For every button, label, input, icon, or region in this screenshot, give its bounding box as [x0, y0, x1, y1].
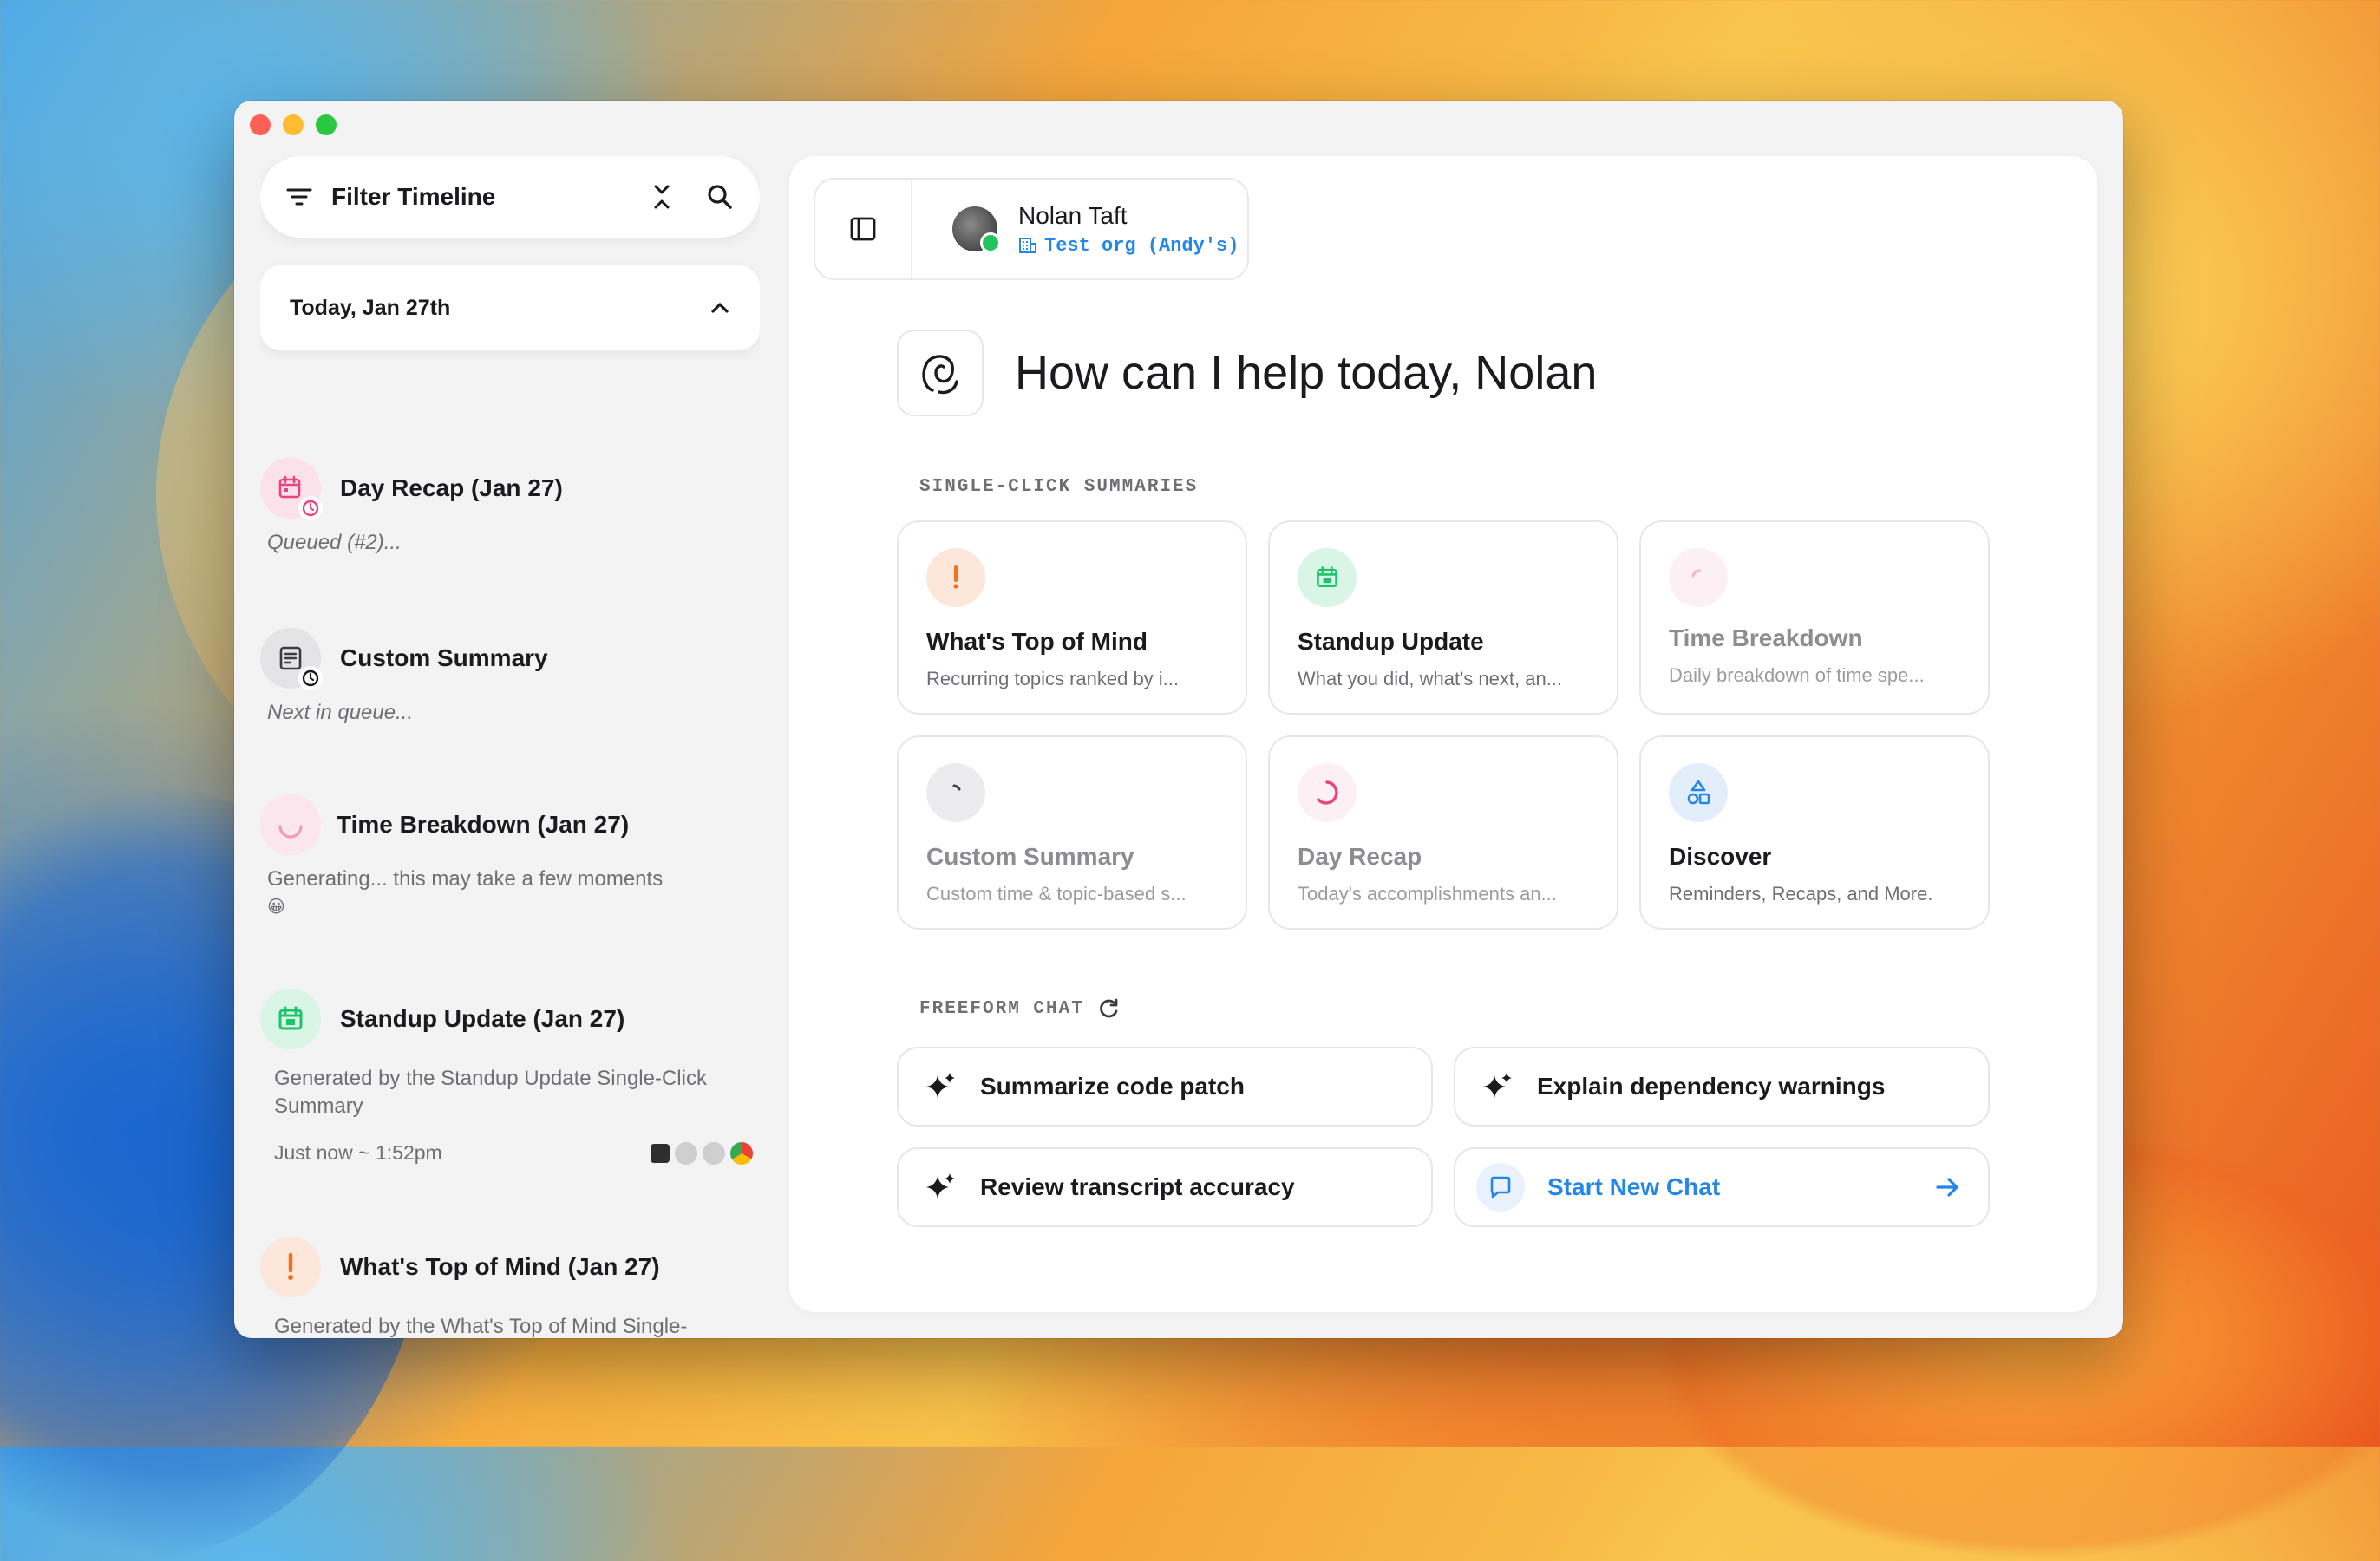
summary-card-standup-update[interactable]: Standup Update What you did, what's next…: [1268, 520, 1618, 715]
smile-emoji: 😀: [267, 898, 285, 917]
filter-timeline-bar[interactable]: Filter Timeline: [260, 156, 760, 238]
source-apps: [651, 1141, 753, 1165]
calendar-icon: [1298, 548, 1357, 607]
single-click-summaries-label: SINGLE-CLICK SUMMARIES: [919, 477, 1199, 497]
close-window-button[interactable]: [250, 114, 271, 135]
timeline-item-time-breakdown[interactable]: Time Breakdown (Jan 27) Generating... th…: [260, 794, 760, 921]
filter-timeline-label: Filter Timeline: [331, 183, 496, 210]
date-group-label: Today, Jan 27th: [290, 295, 451, 320]
timeline-item-top-of-mind[interactable]: What's Top of Mind (Jan 27) Generated by…: [260, 1237, 760, 1338]
prompt-summarize-code-patch[interactable]: Summarize code patch: [897, 1047, 1433, 1127]
chevron-up-icon[interactable]: [709, 301, 730, 315]
refresh-icon[interactable]: [1098, 997, 1121, 1020]
building-icon: [1018, 237, 1037, 254]
chrome-icon: [730, 1141, 753, 1165]
app-window: Filter Timeline Today, Jan 27th Day Reca…: [234, 101, 2123, 1338]
timeline-item-description: Generated by the Standup Update Single-C…: [274, 1067, 707, 1118]
exclamation-icon: [926, 548, 985, 607]
avatar: [952, 206, 1001, 253]
app-placeholder-icon: [703, 1141, 725, 1165]
sidebar-toggle-icon: [849, 216, 877, 242]
org-name[interactable]: Test org (Andy's): [1018, 235, 1239, 257]
loading-spinner-icon: [260, 794, 321, 855]
search-icon[interactable]: [706, 183, 734, 211]
stack-app-icon: [651, 1143, 670, 1163]
timeline-item-status: Generating... this may take a few moment…: [267, 867, 664, 891]
sparkle-icon: [925, 1070, 958, 1103]
arrow-right-icon: [1934, 1175, 1962, 1199]
timeline-item-title: Custom Summary: [340, 644, 548, 671]
timeline-item-title: Time Breakdown (Jan 27): [337, 811, 630, 838]
card-title: Standup Update: [1298, 628, 1484, 655]
timeline-item-status: Next in queue...: [267, 701, 414, 724]
freeform-chat-label: FREEFORM CHAT: [919, 998, 1084, 1019]
summary-card-discover[interactable]: Discover Reminders, Recaps, and More.: [1639, 735, 1990, 930]
card-description: Daily breakdown of time spe...: [1669, 664, 1925, 686]
chat-icon: [1476, 1163, 1525, 1212]
card-title: Day Recap: [1298, 843, 1422, 870]
prompt-label: Summarize code patch: [980, 1073, 1245, 1100]
loading-spinner-icon: [926, 763, 985, 822]
exclamation-icon: [260, 1237, 321, 1297]
prompt-explain-dependency-warnings[interactable]: Explain dependency warnings: [1454, 1047, 1990, 1127]
greeting-row: How can I help today, Nolan: [897, 330, 1597, 416]
card-description: Recurring topics ranked by i...: [926, 668, 1180, 689]
app-logo-icon: [897, 330, 984, 416]
window-controls: [250, 114, 337, 135]
timeline-item-standup-update[interactable]: Standup Update (Jan 27) Generated by the…: [260, 989, 760, 1165]
filter-icon: [286, 186, 312, 207]
timeline-item-title: What's Top of Mind (Jan 27): [340, 1253, 660, 1280]
shapes-icon: [1669, 763, 1728, 822]
zoom-window-button[interactable]: [316, 114, 337, 135]
online-status-dot: [980, 232, 1001, 253]
timeline-item-title: Day Recap (Jan 27): [340, 474, 563, 501]
card-description: Custom time & topic-based s...: [926, 883, 1187, 905]
prompt-label: Review transcript accuracy: [980, 1173, 1295, 1200]
user-card[interactable]: Nolan Taft Test org (Andy's): [814, 178, 1249, 280]
document-clock-icon: [260, 628, 323, 690]
sparkle-icon: [925, 1171, 958, 1204]
collapse-icon[interactable]: [652, 183, 671, 211]
date-group-header[interactable]: Today, Jan 27th: [260, 265, 760, 350]
timeline-item-day-recap[interactable]: Day Recap (Jan 27) Queued (#2)...: [260, 458, 760, 557]
timeline-sidebar: Filter Timeline Today, Jan 27th Day Reca…: [260, 156, 760, 1338]
card-title: What's Top of Mind: [926, 628, 1148, 655]
card-title: Custom Summary: [926, 843, 1134, 870]
prompt-label: Explain dependency warnings: [1537, 1073, 1886, 1100]
summary-card-time-breakdown[interactable]: Time Breakdown Daily breakdown of time s…: [1639, 520, 1990, 715]
timeline-item-description: Generated by the What's Top of Mind Sing…: [274, 1315, 688, 1338]
minimize-window-button[interactable]: [283, 114, 304, 135]
main-panel: Nolan Taft Test org (Andy's) How can I h…: [789, 156, 2097, 1312]
prompt-review-transcript-accuracy[interactable]: Review transcript accuracy: [897, 1147, 1433, 1227]
greeting-heading: How can I help today, Nolan: [1015, 347, 1598, 399]
loading-spinner-icon: [1298, 763, 1357, 822]
summary-card-custom-summary[interactable]: Custom Summary Custom time & topic-based…: [897, 735, 1247, 930]
sidebar-toggle-button[interactable]: [815, 180, 912, 278]
card-title: Time Breakdown: [1669, 624, 1863, 651]
summary-card-day-recap[interactable]: Day Recap Today's accomplishments an...: [1268, 735, 1618, 930]
card-description: Reminders, Recaps, and More.: [1669, 883, 1933, 905]
calendar-clock-icon: [260, 458, 323, 520]
timeline-item-time: Just now ~ 1:52pm: [274, 1141, 442, 1164]
app-placeholder-icon: [675, 1141, 697, 1165]
timeline-item-title: Standup Update (Jan 27): [340, 1005, 625, 1032]
org-label: Test org (Andy's): [1044, 234, 1239, 257]
card-title: Discover: [1669, 843, 1772, 870]
card-description: What you did, what's next, an...: [1298, 668, 1563, 689]
calendar-icon: [260, 989, 321, 1049]
timeline-item-status: Queued (#2)...: [267, 531, 402, 554]
card-description: Today's accomplishments an...: [1298, 883, 1557, 905]
freeform-chat-header: FREEFORM CHAT: [919, 997, 1121, 1020]
timeline-item-custom-summary[interactable]: Custom Summary Next in queue...: [260, 628, 760, 727]
start-new-chat-button[interactable]: Start New Chat: [1454, 1147, 1990, 1227]
sparkle-icon: [1481, 1070, 1514, 1103]
summary-card-top-of-mind[interactable]: What's Top of Mind Recurring topics rank…: [897, 520, 1247, 715]
start-new-chat-label: Start New Chat: [1547, 1173, 1721, 1200]
loading-spinner-icon: [1669, 548, 1728, 607]
user-name: Nolan Taft: [1018, 201, 1128, 229]
